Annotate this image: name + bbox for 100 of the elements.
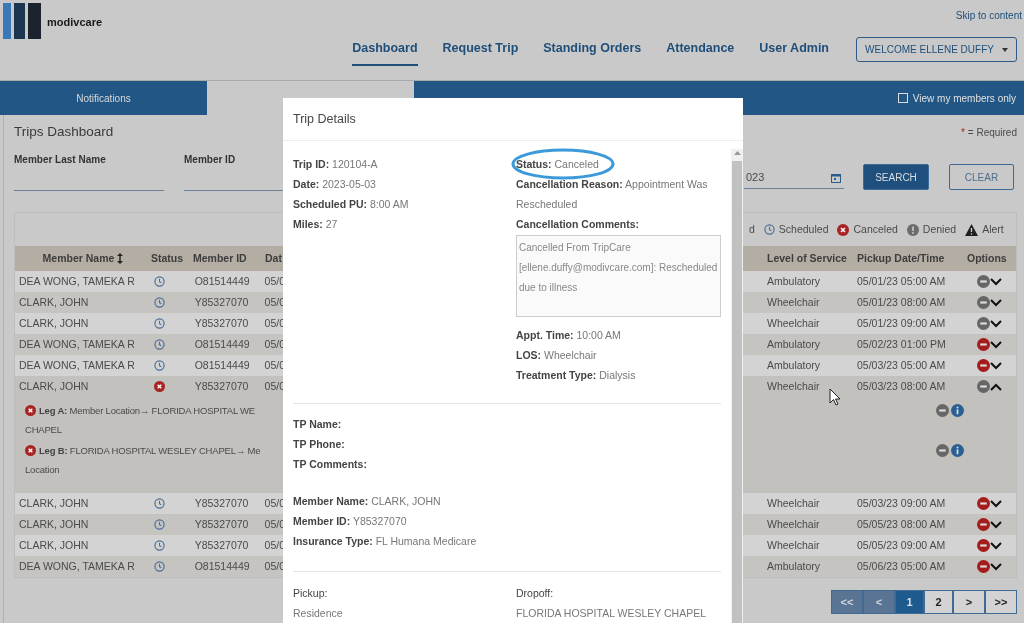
nav-link[interactable]: User Admin bbox=[759, 39, 829, 66]
cancel-trip-icon[interactable] bbox=[936, 444, 949, 457]
date-field[interactable]: 023 bbox=[744, 167, 844, 189]
chevron-down-icon[interactable] bbox=[990, 541, 1002, 550]
info-icon[interactable] bbox=[951, 444, 964, 457]
nav-link[interactable]: Request Trip bbox=[442, 39, 519, 66]
cancel-trip-icon[interactable] bbox=[977, 296, 990, 309]
nav-link[interactable]: Attendance bbox=[666, 39, 735, 66]
detail-value: FLORIDA HOSPITAL WESLEY CHAPEL bbox=[516, 606, 707, 621]
column-header: Dat bbox=[265, 250, 282, 266]
table-cell-text: DEA WONG, TAMEKA R bbox=[18, 357, 136, 373]
checkbox[interactable] bbox=[897, 93, 908, 103]
table-cell-text: 05/03/23 08:00 AM bbox=[857, 378, 947, 394]
nav-link[interactable]: Standing Orders bbox=[543, 39, 642, 66]
chevron-down-icon[interactable] bbox=[990, 277, 1002, 286]
cancel-trip-icon[interactable] bbox=[977, 317, 990, 330]
table-cell-text: 05/01/23 05:00 AM bbox=[857, 273, 947, 289]
page-button[interactable]: 2 bbox=[924, 590, 953, 614]
scrollbar[interactable] bbox=[731, 149, 743, 623]
clear-button[interactable]: CLEAR bbox=[949, 164, 1014, 190]
chevron-down-icon[interactable] bbox=[990, 361, 1002, 370]
detail-field: Insurance Type: FL Humana Medicare bbox=[293, 531, 721, 551]
dialog-title: Trip Details bbox=[293, 110, 356, 128]
column-header: Member ID bbox=[193, 250, 248, 266]
logo-icon bbox=[3, 3, 43, 39]
table-cell-text: CLARK, JOHN bbox=[18, 315, 90, 331]
table-cell-text: CLARK, JOHN bbox=[18, 378, 90, 394]
logo-text: modivcare bbox=[47, 15, 103, 30]
user-menu-button[interactable]: WELCOME ELLENE DUFFY bbox=[856, 37, 1017, 62]
detail-field: Treatment Type: Dialysis bbox=[516, 365, 721, 385]
cancel-status-icon bbox=[153, 381, 165, 392]
cancel-trip-icon[interactable] bbox=[977, 338, 990, 351]
column-header: Level of Service bbox=[767, 250, 848, 266]
leg-text: CHAPEL bbox=[25, 424, 62, 435]
cancel-trip-icon[interactable] bbox=[977, 359, 990, 372]
page-title: Trips Dashboard bbox=[14, 122, 114, 141]
leg-text: Location bbox=[25, 464, 60, 475]
table-cell-text: O81514449 bbox=[193, 558, 251, 574]
chevron-up-icon[interactable] bbox=[990, 382, 1002, 391]
cancel-trip-icon[interactable] bbox=[977, 497, 990, 510]
chevron-down-icon[interactable] bbox=[990, 319, 1002, 328]
chevron-down-icon[interactable] bbox=[990, 298, 1002, 307]
page-button[interactable]: > bbox=[953, 590, 985, 614]
table-cell-text: O81514449 bbox=[193, 336, 251, 352]
table-cell-text: Ambulatory bbox=[767, 558, 822, 574]
table-cell-text: O81514449 bbox=[193, 273, 251, 289]
table-cell-text: Ambulatory bbox=[767, 357, 822, 373]
chevron-down-icon[interactable] bbox=[990, 562, 1002, 571]
field-label: Member Last Name bbox=[14, 153, 107, 167]
table-cell-text: Wheelchair bbox=[767, 537, 821, 553]
legend-label: Scheduled bbox=[778, 221, 829, 237]
column-header: Options bbox=[967, 250, 1007, 266]
detail-field: Cancellation Reason: Appointment Was Rescheduled bbox=[516, 174, 721, 214]
column-header: Pickup Date/Time bbox=[857, 250, 946, 266]
column-header[interactable]: Member Name bbox=[42, 250, 115, 267]
table-cell-text: 05/03/23 09:00 AM bbox=[857, 495, 947, 511]
legend-label: d bbox=[749, 221, 755, 237]
clock-icon bbox=[153, 339, 165, 350]
column-header: Status bbox=[151, 250, 185, 266]
cancel-trip-icon[interactable] bbox=[977, 560, 990, 573]
calendar-icon bbox=[831, 172, 841, 183]
page-button[interactable]: 1 bbox=[895, 590, 924, 614]
clock-icon bbox=[153, 498, 165, 509]
cancel-trip-icon[interactable] bbox=[977, 380, 990, 393]
search-button[interactable]: SEARCH bbox=[863, 164, 929, 190]
field-label: Member ID bbox=[184, 153, 237, 167]
clock-icon bbox=[153, 297, 165, 308]
table-cell-text: 05/01/23 08:00 AM bbox=[857, 294, 947, 310]
info-icon[interactable] bbox=[951, 404, 964, 417]
table-cell-text: O81514449 bbox=[193, 357, 251, 373]
caret-icon bbox=[1001, 47, 1008, 52]
page-button[interactable]: >> bbox=[985, 590, 1017, 614]
table-cell-text: Wheelchair bbox=[767, 294, 821, 310]
cancel-trip-icon[interactable] bbox=[977, 539, 990, 552]
detail-label: Cancellation Comments: bbox=[516, 217, 641, 232]
detail-field: Scheduled PU: 8:00 AM bbox=[293, 194, 516, 214]
sort-icon[interactable] bbox=[117, 253, 124, 264]
cancel-trip-icon[interactable] bbox=[977, 275, 990, 288]
chevron-down-icon[interactable] bbox=[990, 340, 1002, 349]
detail-label: Dropoff: bbox=[516, 586, 555, 601]
clock-icon bbox=[153, 561, 165, 572]
cancel-status-icon bbox=[25, 405, 36, 416]
table-cell-text: CLARK, JOHN bbox=[18, 495, 90, 511]
table-cell-text: DEA WONG, TAMEKA R bbox=[18, 336, 136, 352]
cancel-trip-icon[interactable] bbox=[977, 518, 990, 531]
table-cell-text: Y85327070 bbox=[193, 537, 250, 553]
nav-link[interactable]: Dashboard bbox=[352, 39, 418, 66]
table-cell-text: Ambulatory bbox=[767, 336, 822, 352]
clock-icon bbox=[763, 224, 775, 235]
chevron-down-icon[interactable] bbox=[990, 520, 1002, 529]
cancel-trip-icon[interactable] bbox=[936, 404, 949, 417]
cancel-status-icon bbox=[25, 445, 36, 456]
detail-value: Residence bbox=[293, 606, 344, 621]
skip-link[interactable]: Skip to content bbox=[955, 8, 1022, 23]
table-cell-text: Y85327070 bbox=[193, 294, 250, 310]
clock-icon bbox=[153, 360, 165, 371]
required-note: * = Required bbox=[961, 126, 1017, 140]
chevron-down-icon[interactable] bbox=[990, 499, 1002, 508]
denied-icon bbox=[906, 223, 919, 236]
table-cell-text: 05/05/23 08:00 AM bbox=[857, 516, 947, 532]
